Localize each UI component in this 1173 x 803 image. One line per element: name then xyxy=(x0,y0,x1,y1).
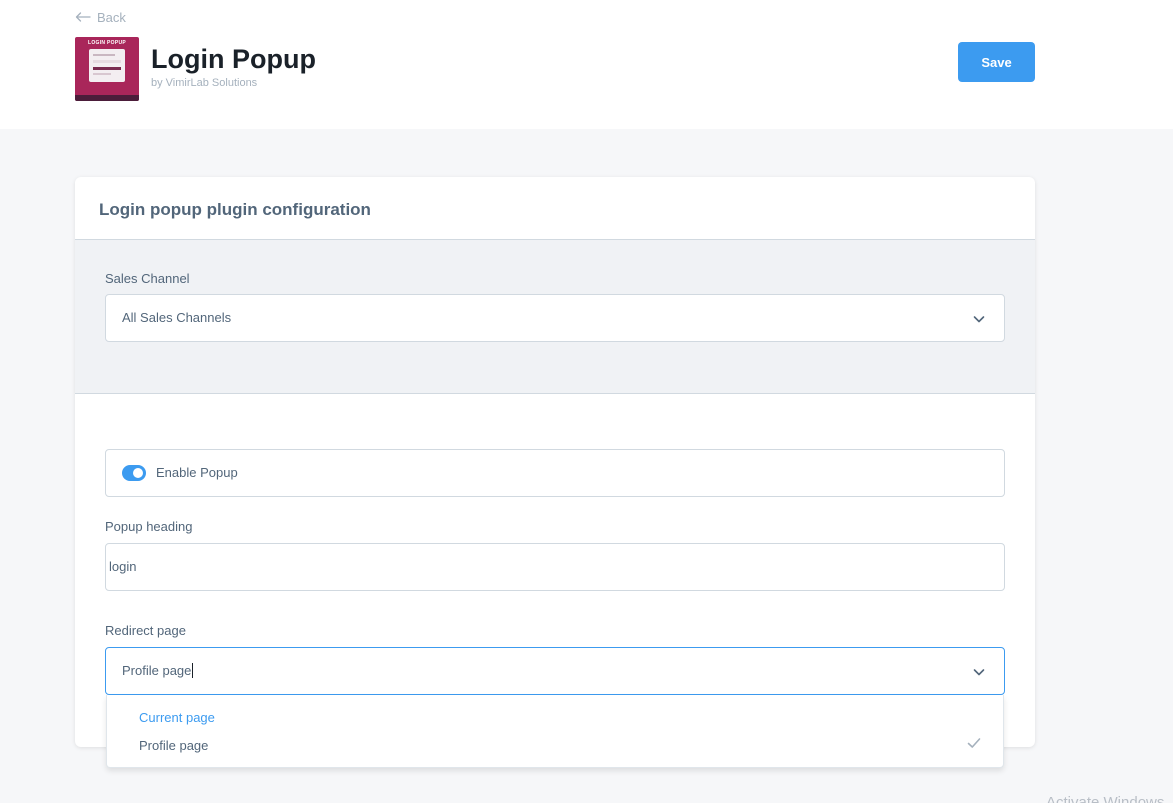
sales-channel-value: All Sales Channels xyxy=(122,310,232,325)
redirect-page-value-wrap: Profile page xyxy=(122,663,194,678)
redirect-page-select[interactable]: Profile page xyxy=(105,647,1005,695)
os-watermark: Activate Windows xyxy=(1046,794,1165,803)
thumbnail-title: LOGIN POPUP xyxy=(87,40,127,46)
sales-channel-label: Sales Channel xyxy=(105,271,190,286)
toggle-knob xyxy=(133,468,143,478)
plugin-thumbnail: LOGIN POPUP xyxy=(75,37,139,101)
popup-heading-label: Popup heading xyxy=(105,519,193,534)
arrow-left-icon xyxy=(75,12,91,22)
chevron-down-icon xyxy=(973,669,985,676)
popup-heading-value: login xyxy=(109,559,137,574)
enable-popup-field: Enable Popup xyxy=(105,449,1005,497)
text-caret xyxy=(192,663,194,678)
chevron-down-icon xyxy=(973,316,985,323)
back-link[interactable]: Back xyxy=(75,8,126,26)
option-current-page[interactable]: Current page xyxy=(139,710,215,725)
sales-channel-section: Sales Channel All Sales Channels xyxy=(75,240,1035,394)
app-header: Back LOGIN POPUP Login Popup by VimirLab… xyxy=(0,0,1173,129)
check-icon xyxy=(967,738,981,748)
enable-popup-label: Enable Popup xyxy=(156,465,238,480)
back-label[interactable]: Back xyxy=(97,10,126,25)
save-button[interactable]: Save xyxy=(958,42,1035,82)
enable-popup-toggle[interactable] xyxy=(122,465,146,481)
page-subtitle: by VimirLab Solutions xyxy=(151,77,258,89)
redirect-page-dropdown: Current page Profile page xyxy=(106,695,1004,768)
config-card: Login popup plugin configuration Sales C… xyxy=(75,177,1035,747)
card-title: Login popup plugin configuration xyxy=(99,200,371,219)
redirect-page-value: Profile page xyxy=(122,663,192,678)
popup-heading-input[interactable]: login xyxy=(105,543,1005,591)
option-profile-page[interactable]: Profile page xyxy=(139,738,208,753)
page-title: Login Popup xyxy=(151,44,316,74)
redirect-page-label: Redirect page xyxy=(105,623,186,638)
sales-channel-select[interactable]: All Sales Channels xyxy=(105,294,1005,342)
